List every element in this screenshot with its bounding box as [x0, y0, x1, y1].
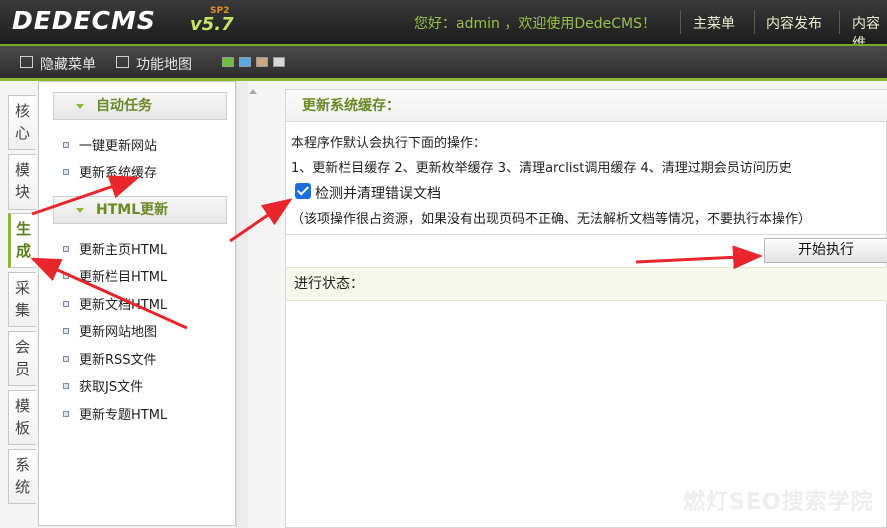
top-header: DEDECMS v5.7 SP2 您好：admin ，欢迎使用DedeCMS！ …: [0, 0, 887, 52]
tab-core[interactable]: 核心: [8, 95, 36, 150]
bullet-icon: [63, 383, 69, 389]
panel-splitter[interactable]: [236, 81, 248, 528]
menu-item-update-special[interactable]: 更新专题HTML: [79, 404, 167, 423]
menu-item-get-js[interactable]: 获取JS文件: [79, 376, 143, 395]
toolbar: 隐藏菜单 功能地图: [0, 46, 887, 78]
checkbox-label: 检测并清理错误文档: [315, 186, 441, 202]
menu-item-update-sitemap[interactable]: 更新网站地图: [79, 321, 157, 340]
feature-map-icon: [116, 56, 129, 68]
menu-item-update-cache[interactable]: 更新系统缓存: [79, 162, 157, 181]
menu-item-update-docs[interactable]: 更新文档HTML: [79, 294, 167, 313]
bullet-icon: [63, 142, 69, 148]
scroll-up-arrow-icon[interactable]: [249, 89, 257, 94]
status-label: 进行状态：: [286, 267, 887, 301]
tab-members[interactable]: 会员: [8, 331, 36, 386]
bullet-icon: [63, 246, 69, 252]
tab-templates[interactable]: 模板: [8, 390, 36, 445]
main-panel: 更新系统缓存： 本程序作默认会执行下面的操作： 1、更新栏目缓存 2、更新枚举缓…: [285, 89, 887, 528]
theme-swatch-green[interactable]: [222, 57, 234, 67]
theme-swatch-brown[interactable]: [256, 57, 268, 67]
welcome-text: 您好：admin ，欢迎使用DedeCMS！: [414, 16, 656, 32]
start-button[interactable]: 开始执行: [764, 238, 887, 263]
auto-tasks-heading[interactable]: 自动任务: [53, 92, 227, 120]
hide-menu-button[interactable]: 隐藏菜单: [40, 54, 96, 74]
bullet-icon: [63, 169, 69, 175]
tab-modules[interactable]: 模块: [8, 154, 36, 210]
bullet-icon: [63, 301, 69, 307]
menu-item-update-rss[interactable]: 更新RSS文件: [79, 349, 157, 368]
html-update-heading[interactable]: HTML更新: [53, 196, 227, 224]
tab-collect[interactable]: 采集: [8, 272, 36, 327]
steps-text: 1、更新栏目缓存 2、更新枚举缓存 3、清理arclist调用缓存 4、清理过期…: [291, 161, 792, 176]
menu-item-one-click-update[interactable]: 一键更新网站: [79, 135, 157, 154]
theme-swatch-blue[interactable]: [239, 57, 251, 67]
clean-docs-checkbox[interactable]: [295, 183, 311, 199]
intro-text: 本程序作默认会执行下面的操作：: [291, 136, 487, 151]
collapse-triangle-icon: [76, 104, 84, 109]
hide-menu-icon: [20, 56, 33, 68]
version-label: v5.7: [190, 14, 234, 35]
bullet-icon: [63, 356, 69, 362]
theme-swatch-gray[interactable]: [273, 57, 285, 67]
watermark: 燃灯SEO搜索学院: [683, 490, 874, 515]
bullet-icon: [63, 328, 69, 334]
menu-item-update-home[interactable]: 更新主页HTML: [79, 239, 167, 258]
feature-map-button[interactable]: 功能地图: [136, 54, 192, 74]
nav-main-menu[interactable]: 主菜单: [693, 13, 735, 33]
bullet-icon: [63, 273, 69, 279]
collapse-triangle-icon: [76, 208, 84, 213]
version-suffix: SP2: [210, 6, 230, 16]
nav-content-publish[interactable]: 内容发布: [766, 13, 822, 33]
page-title: 更新系统缓存：: [286, 90, 887, 122]
menu-item-update-column[interactable]: 更新栏目HTML: [79, 266, 167, 285]
bullet-icon: [63, 411, 69, 417]
left-menu: 自动任务 一键更新网站 更新系统缓存 HTML更新 更新主页HTML 更新栏目H…: [38, 81, 236, 526]
dedecms-logo: DEDECMS: [12, 6, 156, 35]
tab-generate[interactable]: 生成: [8, 213, 36, 268]
warning-note: （该项操作很占资源，如果没有出现页码不正确、无法解析文档等情况，不要执行本操作）: [291, 212, 812, 227]
tab-system[interactable]: 系统: [8, 449, 36, 504]
